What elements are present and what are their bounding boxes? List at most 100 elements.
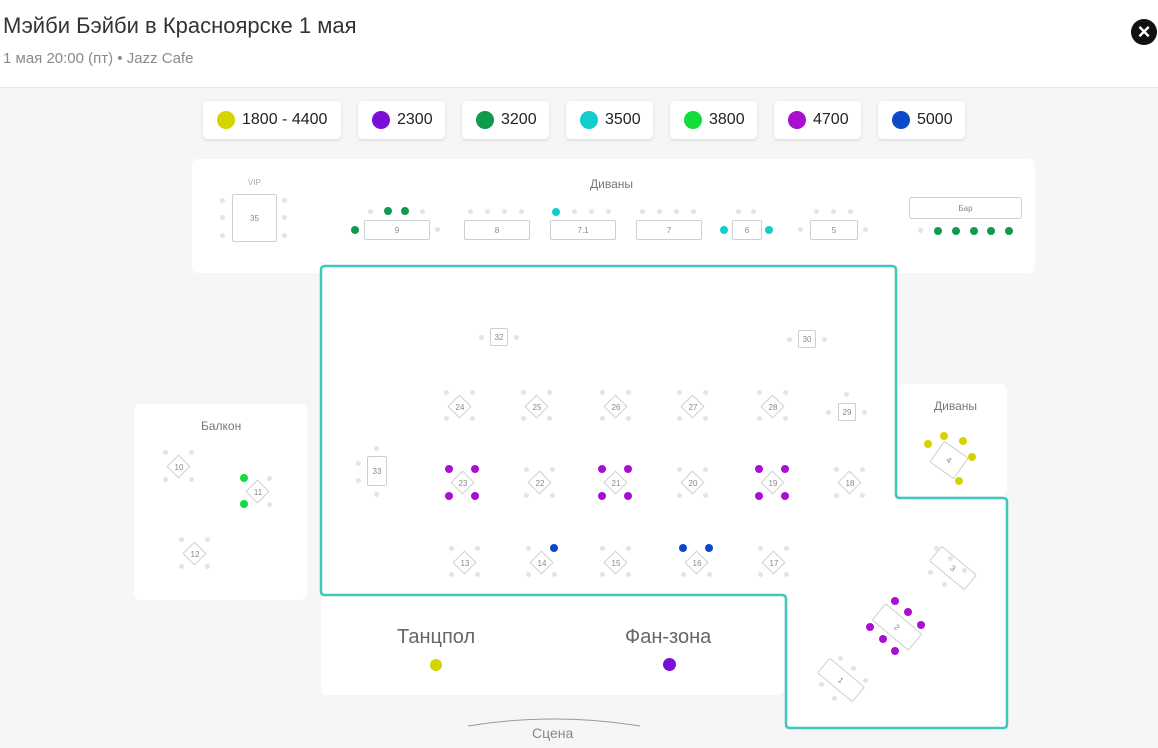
table-30[interactable]: 30 [798, 330, 816, 348]
seat-1800-4400[interactable] [968, 453, 976, 461]
table-number: 10 [174, 463, 184, 472]
table-number: 21 [611, 479, 621, 488]
seat-4700[interactable] [891, 597, 899, 605]
table-number: 27 [688, 403, 698, 412]
seat [834, 493, 839, 498]
seat [934, 546, 939, 551]
seat [163, 477, 168, 482]
table-33[interactable]: 33 [367, 456, 387, 486]
seat-4700[interactable] [598, 465, 606, 473]
table-number: 26 [611, 403, 621, 412]
seat [703, 493, 708, 498]
table-number: 19 [768, 479, 778, 488]
table-number: 15 [611, 559, 621, 568]
seat [677, 467, 682, 472]
seat-4700[interactable] [879, 635, 887, 643]
seat [600, 546, 605, 551]
seat [444, 390, 449, 395]
seat [470, 390, 475, 395]
seat-4700[interactable] [891, 647, 899, 655]
seat [703, 390, 708, 395]
seat [757, 390, 762, 395]
seat [374, 446, 379, 451]
seat [707, 572, 712, 577]
seat [189, 450, 194, 455]
seat-5000[interactable] [679, 544, 687, 552]
seat [826, 410, 831, 415]
seat [189, 477, 194, 482]
seat [547, 390, 552, 395]
table-32[interactable]: 32 [490, 328, 508, 346]
seat-1800-4400[interactable] [959, 437, 967, 445]
table-number: 25 [532, 403, 542, 412]
seat-4700[interactable] [866, 623, 874, 631]
seat-4700[interactable] [755, 465, 763, 473]
seat [179, 564, 184, 569]
seat [600, 572, 605, 577]
table-29[interactable]: 29 [838, 403, 856, 421]
seat [524, 467, 529, 472]
seat-5000[interactable] [550, 544, 558, 552]
table-number: 16 [692, 559, 702, 568]
table-number: 23 [458, 479, 468, 488]
seat [758, 572, 763, 577]
seat-4700[interactable] [917, 621, 925, 629]
seat [860, 467, 865, 472]
table-number: 24 [455, 403, 465, 412]
seat [677, 416, 682, 421]
seat [677, 390, 682, 395]
seat-4700[interactable] [781, 465, 789, 473]
seat [703, 416, 708, 421]
seat [677, 493, 682, 498]
table-number: 20 [688, 479, 698, 488]
table-number: 14 [537, 559, 547, 568]
seat-1800-4400[interactable] [955, 477, 963, 485]
seat [470, 416, 475, 421]
seat-1800-4400[interactable] [940, 432, 948, 440]
seat [626, 546, 631, 551]
seat [681, 572, 686, 577]
seat [267, 476, 272, 481]
seat [962, 568, 967, 573]
seat-1800-4400[interactable] [924, 440, 932, 448]
seat [526, 546, 531, 551]
seat-3800[interactable] [240, 500, 248, 508]
seat-4700[interactable] [755, 492, 763, 500]
table-number: 12 [190, 550, 200, 559]
seat [600, 390, 605, 395]
hall-outline [319, 264, 1009, 730]
seat [356, 461, 361, 466]
seat [851, 666, 856, 671]
stage-label: Сцена [532, 725, 574, 741]
seat [521, 416, 526, 421]
seat-4700[interactable] [445, 465, 453, 473]
seat [163, 450, 168, 455]
seat-4700[interactable] [471, 492, 479, 500]
seat-4700[interactable] [904, 608, 912, 616]
seat [526, 572, 531, 577]
seat [626, 390, 631, 395]
seat-5000[interactable] [705, 544, 713, 552]
seat [863, 678, 868, 683]
seat [524, 493, 529, 498]
seat [787, 337, 792, 342]
seat [475, 572, 480, 577]
table-number: 22 [535, 479, 545, 488]
seat [822, 337, 827, 342]
seat [552, 572, 557, 577]
seat [928, 570, 933, 575]
seat-4700[interactable] [624, 465, 632, 473]
seat [205, 564, 210, 569]
seat-4700[interactable] [445, 492, 453, 500]
seat-4700[interactable] [598, 492, 606, 500]
seat-4700[interactable] [624, 492, 632, 500]
seat [758, 546, 763, 551]
seat-3800[interactable] [240, 474, 248, 482]
seat-4700[interactable] [781, 492, 789, 500]
seat [267, 502, 272, 507]
seat [475, 546, 480, 551]
seat [948, 556, 953, 561]
seat [550, 493, 555, 498]
seat [838, 656, 843, 661]
seat-4700[interactable] [471, 465, 479, 473]
